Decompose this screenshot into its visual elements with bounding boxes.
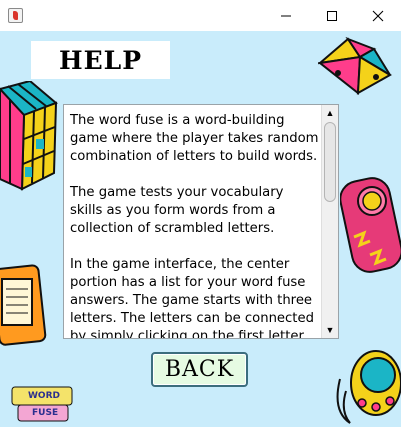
title-bar	[0, 0, 401, 31]
cassette-icon	[0, 264, 47, 346]
scroll-thumb[interactable]	[324, 122, 336, 202]
maximize-icon	[327, 10, 337, 21]
scroll-up-arrow-icon[interactable]: ▲	[322, 105, 338, 121]
minimize-button[interactable]	[263, 0, 309, 31]
minimize-icon	[281, 15, 291, 16]
rubiks-cube-icon	[0, 81, 58, 191]
help-title-box: HELP	[31, 41, 170, 79]
maximize-button[interactable]	[309, 0, 355, 31]
back-button[interactable]: BACK	[151, 352, 248, 387]
word-fuse-logo: WORD FUSE	[8, 385, 78, 425]
page-title: HELP	[58, 45, 143, 75]
help-panel: WORD FUSE HELP The word fuse is a word-b…	[0, 31, 401, 427]
scroll-down-arrow-icon[interactable]: ▼	[322, 322, 338, 338]
help-body-text: The word fuse is a word-building game wh…	[70, 113, 319, 339]
logo-line-fuse: FUSE	[32, 408, 59, 418]
fortune-teller-icon	[318, 36, 392, 95]
java-icon	[8, 8, 23, 23]
tamagotchi-icon	[336, 350, 401, 424]
logo-line-word: WORD	[28, 391, 60, 401]
handheld-game-icon	[340, 177, 401, 273]
close-button[interactable]	[355, 0, 401, 31]
help-text-area[interactable]: The word fuse is a word-building game wh…	[63, 104, 339, 339]
vertical-scrollbar[interactable]: ▲ ▼	[321, 105, 338, 338]
close-icon	[372, 10, 384, 21]
